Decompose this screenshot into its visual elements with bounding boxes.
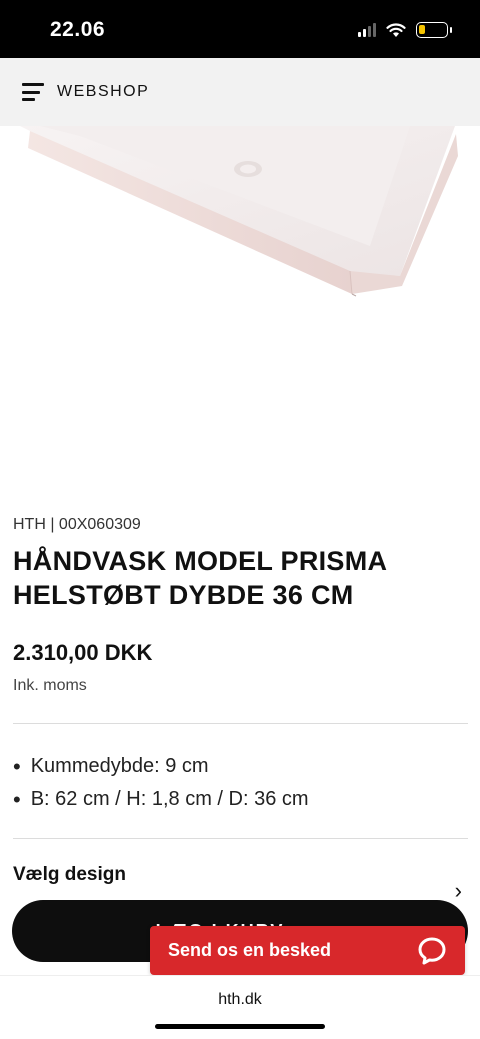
browser-bar: hth.dk [0,975,480,1039]
chat-label: Send os en besked [168,940,332,960]
spec-item: Kummedybde: 9 cm [13,750,309,783]
wifi-icon [386,22,406,37]
sink-image [20,126,458,297]
spec-item: B: 62 cm / H: 1,8 cm / D: 36 cm [13,783,309,816]
status-time: 22.06 [50,18,106,41]
status-icons [358,22,452,38]
product-image[interactable] [0,126,480,506]
vat-note: Ink. moms [13,677,87,694]
divider [13,838,468,839]
cellular-signal-icon [358,23,376,37]
status-bar: 22.06 [0,0,480,58]
product-sku: HTH | 00X060309 [13,516,141,533]
hamburger-menu-icon[interactable] [22,83,44,101]
nav-bar: WEBSHOP [0,58,480,126]
chevron-right-icon[interactable]: › [455,878,462,904]
nav-title[interactable]: WEBSHOP [57,83,149,101]
browser-url[interactable]: hth.dk [0,991,480,1009]
divider [13,723,468,724]
product-title: HÅNDVASK MODEL PRISMA HELSTØBT DYBDE 36 … [13,546,387,610]
choose-design-label[interactable]: Vælg design [13,864,126,886]
home-indicator[interactable] [155,1024,325,1029]
product-price: 2.310,00 DKK [13,640,153,665]
chat-button[interactable]: Send os en besked [150,926,465,975]
battery-icon [416,22,452,38]
chat-bubble-icon [418,937,446,964]
spec-list: Kummedybde: 9 cm B: 62 cm / H: 1,8 cm / … [13,750,309,816]
